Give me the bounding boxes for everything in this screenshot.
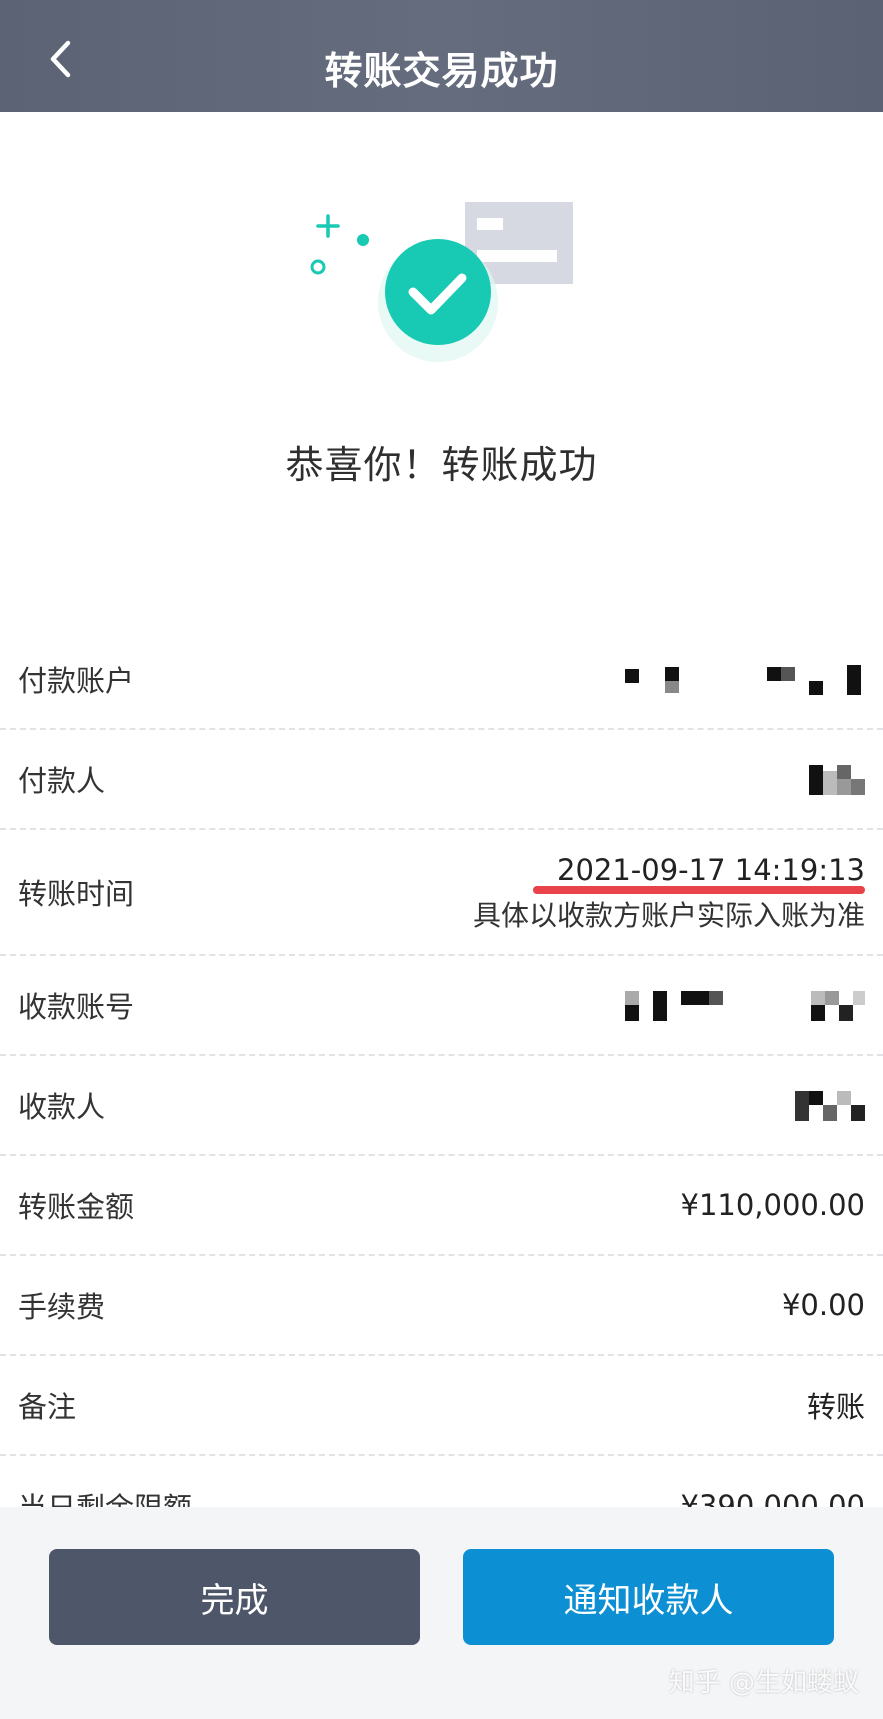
detail-row-amount: 转账金额 ¥110,000.00 — [0, 1156, 883, 1256]
detail-row-remark: 备注 转账 — [0, 1356, 883, 1456]
transfer-time-note: 具体以收款方账户实际入账为准 — [472, 899, 865, 932]
highlight-underline — [533, 886, 865, 894]
notify-payee-button[interactable]: 通知收款人 — [463, 1549, 834, 1645]
detail-row-payer-account: 付款账户 — [0, 630, 883, 730]
transfer-time-value: 2021-09-17 14:19:13 — [557, 853, 865, 887]
detail-label: 付款人 — [18, 764, 106, 798]
detail-label: 转账时间 — [18, 877, 135, 911]
transfer-time-block: 2021-09-17 14:19:13 具体以收款方账户实际入账为准 — [473, 852, 865, 934]
detail-label: 收款账号 — [18, 990, 135, 1024]
detail-row-payer: 付款人 — [0, 730, 883, 830]
success-illustration — [310, 202, 573, 362]
page-title: 转账交易成功 — [324, 49, 559, 93]
detail-label: 手续费 — [18, 1290, 106, 1324]
watermark: 知乎 @生如蝼蚁 — [668, 1668, 859, 1698]
action-bar: 完成 通知收款人 知乎 @生如蝼蚁 — [0, 1507, 883, 1719]
redacted-value — [795, 1087, 865, 1123]
redacted-value — [809, 761, 865, 797]
fee-value: ¥0.00 — [781, 1288, 865, 1322]
result-panel: 恭喜你！转账成功 付款账户 付款人 转账时间 2021-09-17 14:19:… — [0, 112, 883, 1525]
detail-label: 备注 — [18, 1390, 77, 1424]
transfer-amount-value: ¥110,000.00 — [680, 1188, 866, 1222]
detail-label: 付款账户 — [18, 664, 135, 698]
detail-row-transfer-time: 转账时间 2021-09-17 14:19:13 具体以收款方账户实际入账为准 — [0, 830, 883, 956]
redacted-value — [625, 661, 865, 697]
done-button[interactable]: 完成 — [49, 1549, 420, 1645]
detail-row-payee: 收款人 — [0, 1056, 883, 1156]
success-message: 恭喜你！转账成功 — [285, 443, 598, 487]
remark-value: 转账 — [806, 1390, 865, 1424]
detail-label: 收款人 — [18, 1090, 106, 1124]
detail-row-fee: 手续费 ¥0.00 — [0, 1256, 883, 1356]
redacted-value — [625, 987, 865, 1023]
top-bar: 转账交易成功 — [0, 0, 883, 112]
transfer-details: 付款账户 付款人 转账时间 2021-09-17 14:19:13 具体以收款方… — [0, 630, 883, 1556]
detail-label: 转账金额 — [18, 1190, 135, 1224]
detail-row-payee-account: 收款账号 — [0, 956, 883, 1056]
